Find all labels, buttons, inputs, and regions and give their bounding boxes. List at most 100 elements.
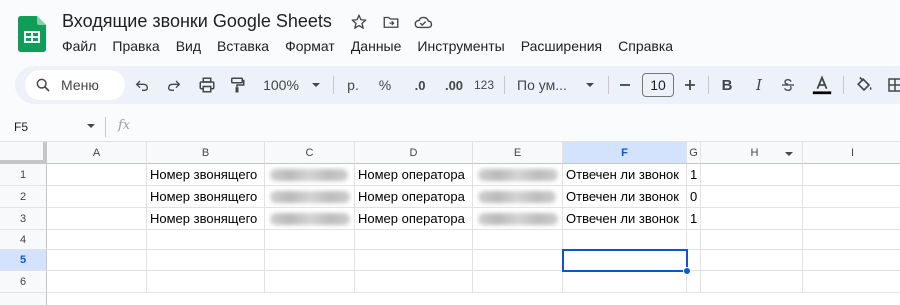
name-box[interactable]: F5 [14,120,28,134]
cell-h4[interactable] [701,230,803,250]
cell-e5[interactable] [473,250,563,271]
cell-e1[interactable] [473,164,563,186]
cell-b1[interactable]: Номер звонящего [147,164,265,186]
row-header-3[interactable]: 3 [0,208,47,230]
redo-icon[interactable] [165,66,183,104]
column-header-i[interactable]: I [803,142,900,164]
menu-help[interactable]: Справка [610,36,681,56]
cell-f6[interactable] [563,271,687,293]
zoom-dropdown-icon[interactable] [310,66,322,104]
menu-data[interactable]: Данные [343,36,410,56]
cell-h6[interactable] [701,271,803,293]
column-header-f[interactable]: F [563,142,687,164]
cell-h1[interactable] [701,164,803,186]
cell-c1[interactable] [265,164,355,186]
cell-d6[interactable] [355,271,473,293]
select-all-corner[interactable] [0,142,47,164]
cell-d4[interactable] [355,230,473,250]
fill-color-icon[interactable] [853,66,875,104]
cell-e3[interactable] [473,208,563,230]
number-format-button[interactable]: 123 [472,66,496,104]
print-icon[interactable] [196,66,218,104]
cell-i3[interactable] [803,208,900,230]
cell-b5[interactable] [147,250,265,271]
currency-format-button[interactable]: р. [342,66,364,104]
column-header-a[interactable]: A [47,142,147,164]
decrease-decimal-button[interactable]: .0 [407,66,433,104]
font-size-increase-icon[interactable] [682,66,698,104]
document-title[interactable]: Входящие звонки Google Sheets [62,11,332,32]
cell-d5[interactable] [355,250,473,271]
column-header-h[interactable]: H [701,142,803,164]
font-dropdown-icon[interactable] [584,66,596,104]
menu-format[interactable]: Формат [277,36,343,56]
cell-f3[interactable]: Отвечен ли звонок [563,208,687,230]
cell-h5[interactable] [701,250,803,271]
increase-decimal-button[interactable]: .00 [439,66,469,104]
cell-c2[interactable] [265,186,355,208]
cell-b3[interactable]: Номер звонящего [147,208,265,230]
borders-icon[interactable] [885,66,900,104]
cell-d3[interactable]: Номер оператора [355,208,473,230]
row-header-6[interactable]: 6 [0,271,47,293]
cell-d1[interactable]: Номер оператора [355,164,473,186]
bold-icon[interactable]: B [717,66,737,104]
move-folder-icon[interactable] [380,11,402,33]
cell-b2[interactable]: Номер звонящего [147,186,265,208]
column-menu-icon[interactable] [784,149,794,159]
cell-g4[interactable] [687,230,701,250]
menu-view[interactable]: Вид [168,36,209,56]
column-header-b[interactable]: B [147,142,265,164]
cell-e4[interactable] [473,230,563,250]
row-header-4[interactable]: 4 [0,230,47,250]
cloud-status-icon[interactable] [412,11,434,33]
cell-a3[interactable] [47,208,147,230]
fill-handle[interactable] [683,267,691,275]
menu-extensions[interactable]: Расширения [513,36,610,56]
row-header-5[interactable]: 5 [0,250,47,271]
paint-format-icon[interactable] [227,66,247,104]
cell-a6[interactable] [47,271,147,293]
cell-e6[interactable] [473,271,563,293]
menu-search-button[interactable]: Меню [25,70,125,100]
cell-b4[interactable] [147,230,265,250]
row-header-1[interactable]: 1 [0,164,47,186]
italic-icon[interactable]: I [749,66,769,104]
cell-i5[interactable] [803,250,900,271]
column-header-c[interactable]: C [265,142,355,164]
cell-a4[interactable] [47,230,147,250]
font-family-select[interactable]: По ум... [517,66,575,104]
cell-d2[interactable]: Номер оператора [355,186,473,208]
column-header-d[interactable]: D [355,142,473,164]
undo-icon[interactable] [133,66,151,104]
cell-b6[interactable] [147,271,265,293]
sheets-logo-icon[interactable] [18,16,46,52]
cell-c6[interactable] [265,271,355,293]
cell-f2[interactable]: Отвечен ли звонок [563,186,687,208]
cell-i4[interactable] [803,230,900,250]
cell-e2[interactable] [473,186,563,208]
cell-g1[interactable]: 1 [687,164,701,186]
font-size-input[interactable]: 10 [642,73,674,97]
cell-g2[interactable]: 0 [687,186,701,208]
menu-insert[interactable]: Вставка [209,36,277,56]
cell-c4[interactable] [265,230,355,250]
cell-c3[interactable] [265,208,355,230]
column-header-g[interactable]: G [687,142,701,164]
cell-a1[interactable] [47,164,147,186]
percent-format-button[interactable]: % [375,66,395,104]
cell-i6[interactable] [803,271,900,293]
cell-a5[interactable] [47,250,147,271]
menu-edit[interactable]: Правка [104,36,167,56]
cell-i2[interactable] [803,186,900,208]
cell-g3[interactable]: 1 [687,208,701,230]
cell-f1[interactable]: Отвечен ли звонок [563,164,687,186]
strikethrough-icon[interactable] [777,66,799,104]
cell-h2[interactable] [701,186,803,208]
cell-c5[interactable] [265,250,355,271]
name-box-dropdown-icon[interactable] [86,121,96,131]
cell-h3[interactable] [701,208,803,230]
row-header-2[interactable]: 2 [0,186,47,208]
text-color-icon[interactable] [810,66,834,104]
zoom-select-value[interactable]: 100% [261,66,301,104]
